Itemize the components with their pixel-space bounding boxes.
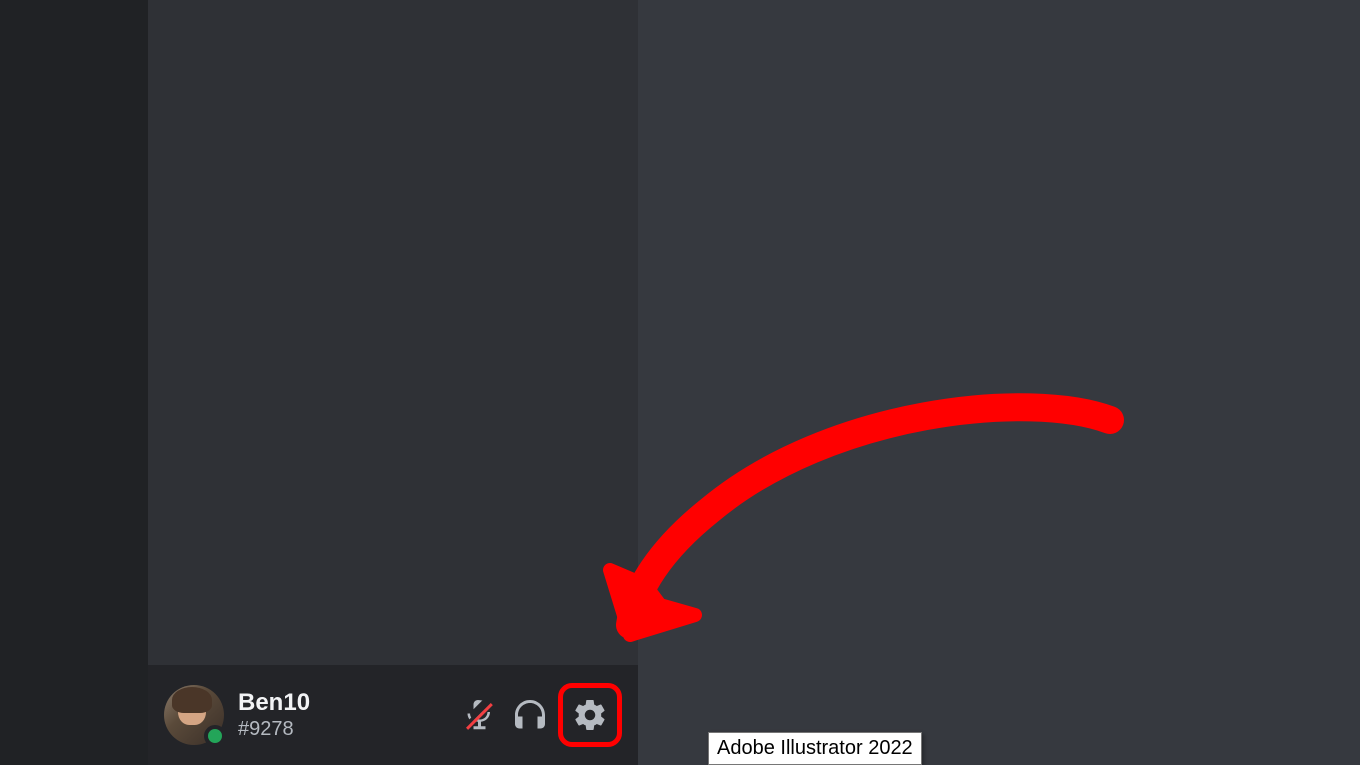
- channel-list-panel: [148, 0, 638, 665]
- user-info[interactable]: Ben10 #9278: [238, 689, 454, 742]
- settings-highlight-box: [558, 683, 622, 747]
- mute-button[interactable]: [454, 691, 502, 739]
- user-controls: [454, 683, 622, 747]
- main-content-panel: [638, 0, 1360, 765]
- status-indicator-online: [204, 725, 226, 747]
- discriminator-label: #9278: [238, 717, 454, 741]
- user-settings-button[interactable]: [567, 692, 613, 738]
- deafen-button[interactable]: [506, 691, 554, 739]
- user-panel: Ben10 #9278: [148, 665, 638, 765]
- microphone-muted-icon: [460, 697, 496, 733]
- tooltip: Adobe Illustrator 2022: [708, 732, 922, 765]
- gear-icon: [572, 697, 608, 733]
- user-avatar[interactable]: [164, 685, 224, 745]
- username-label: Ben10: [238, 689, 454, 718]
- server-list-panel: [0, 0, 148, 765]
- headphones-icon: [512, 697, 548, 733]
